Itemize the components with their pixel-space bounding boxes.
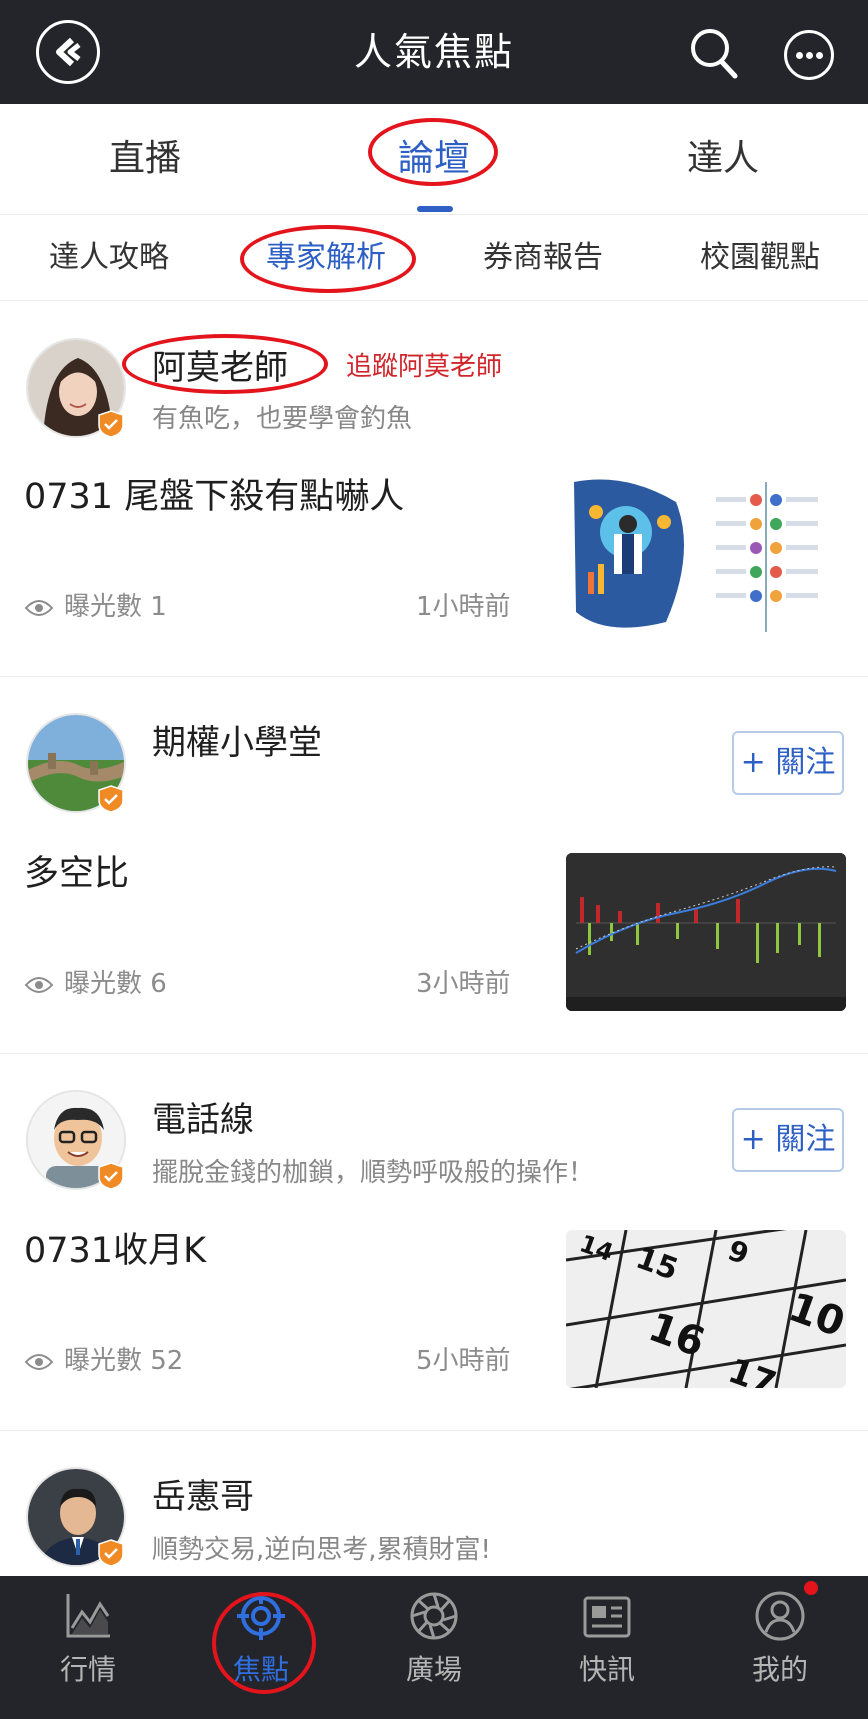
verified-badge-icon — [98, 1539, 124, 1567]
avatar[interactable] — [26, 713, 126, 813]
avatar[interactable] — [26, 1467, 126, 1567]
nav-mine[interactable]: 我的 — [720, 1590, 840, 1688]
avatar[interactable] — [26, 338, 126, 438]
tab-live[interactable]: 直播 — [45, 134, 245, 184]
sub-tabs: 達人攻略 專家解析 券商報告 校園觀點 — [0, 214, 868, 301]
author-name[interactable]: 電話線 — [152, 1092, 254, 1141]
post-card[interactable]: 期權小學堂 + 關注 多空比 曝光數 6 3小時前 — [0, 677, 868, 1053]
verified-badge-icon — [98, 410, 124, 438]
nav-label: 我的 — [751, 1653, 808, 1686]
search-button[interactable] — [688, 26, 740, 82]
nav-market[interactable]: 行情 — [28, 1590, 148, 1688]
profile-icon — [755, 1591, 805, 1641]
post-thumbnail[interactable] — [566, 853, 846, 1011]
author-bio: 順勢交易,逆向思考,累積財富! — [152, 1535, 491, 1565]
eye-icon — [24, 599, 54, 616]
nav-focus[interactable]: 焦點 — [201, 1590, 321, 1688]
nav-label: 廣場 — [405, 1653, 462, 1686]
post-time: 5小時前 — [416, 1346, 511, 1376]
focus-target-icon — [237, 1592, 285, 1640]
view-count: 曝光數 6 — [24, 963, 167, 1000]
bottom-nav: 行情 焦點 廣場 快訊 我的 — [0, 1576, 868, 1719]
subtab-broker-report[interactable]: 券商報告 — [453, 236, 633, 280]
nav-label: 行情 — [59, 1653, 116, 1686]
author-bio: 擺脫金錢的枷鎖，順勢呼吸般的操作！ — [152, 1158, 595, 1188]
author-name[interactable]: 阿莫老師 — [152, 340, 288, 389]
news-icon — [583, 1596, 631, 1638]
view-count: 曝光數 52 — [24, 1340, 183, 1377]
post-title[interactable]: 0731 尾盤下殺有點嚇人 — [24, 468, 404, 519]
post-card[interactable]: 岳憲哥 順勢交易,逆向思考,累積財富! — [0, 1431, 868, 1576]
subtab-expert-analysis[interactable]: 專家解析 — [236, 236, 416, 280]
post-time: 1小時前 — [416, 592, 511, 622]
follow-button[interactable]: + 關注 — [732, 731, 844, 795]
post-title[interactable]: 0731收月K — [24, 1222, 206, 1273]
main-tabs: 直播 論壇 達人 — [0, 104, 868, 215]
subtab-expert-strategy[interactable]: 達人攻略 — [19, 236, 199, 280]
nav-square[interactable]: 廣場 — [374, 1590, 494, 1688]
view-count-label: 曝光數 52 — [64, 1346, 184, 1376]
eye-icon — [24, 976, 54, 993]
nav-label: 快訊 — [578, 1653, 635, 1686]
notification-dot — [804, 1581, 818, 1595]
author-bio: 有魚吃，也要學會釣魚 — [152, 404, 413, 434]
verified-badge-icon — [98, 1162, 124, 1190]
author-name[interactable]: 期權小學堂 — [152, 715, 322, 764]
post-card[interactable]: 阿莫老師 追蹤阿莫老師 有魚吃，也要學會釣魚 0731 尾盤下殺有點嚇人 曝光數… — [0, 300, 868, 676]
follow-link[interactable]: 追蹤阿莫老師 — [346, 346, 502, 383]
verified-badge-icon — [98, 785, 124, 813]
nav-label: 焦點 — [232, 1653, 289, 1686]
post-thumbnail[interactable] — [566, 472, 846, 642]
active-tab-indicator — [417, 206, 453, 212]
top-bar: 人氣焦點 — [0, 0, 868, 104]
more-dots-icon — [796, 52, 803, 59]
aperture-icon — [410, 1592, 458, 1640]
post-title[interactable]: 多空比 — [24, 845, 129, 896]
follow-button[interactable]: + 關注 — [732, 1108, 844, 1172]
nav-news[interactable]: 快訊 — [547, 1590, 667, 1688]
view-count: 曝光數 1 — [24, 586, 167, 623]
post-thumbnail[interactable]: 15 9 16 10 14 17 — [566, 1230, 846, 1388]
avatar[interactable] — [26, 1090, 126, 1190]
post-time: 3小時前 — [416, 969, 511, 999]
market-chart-icon — [66, 1594, 110, 1638]
tab-experts[interactable]: 達人 — [623, 134, 823, 184]
post-card[interactable]: 電話線 + 關注 擺脫金錢的枷鎖，順勢呼吸般的操作！ 0731收月K 曝光數 5… — [0, 1054, 868, 1430]
more-button[interactable] — [784, 30, 834, 80]
search-icon — [691, 29, 738, 79]
view-count-label: 曝光數 1 — [64, 592, 167, 622]
eye-icon — [24, 1353, 54, 1370]
view-count-label: 曝光數 6 — [64, 969, 167, 999]
subtab-campus-view[interactable]: 校園觀點 — [670, 236, 850, 280]
tab-forum[interactable]: 論壇 — [334, 134, 534, 184]
author-name[interactable]: 岳憲哥 — [152, 1469, 254, 1518]
